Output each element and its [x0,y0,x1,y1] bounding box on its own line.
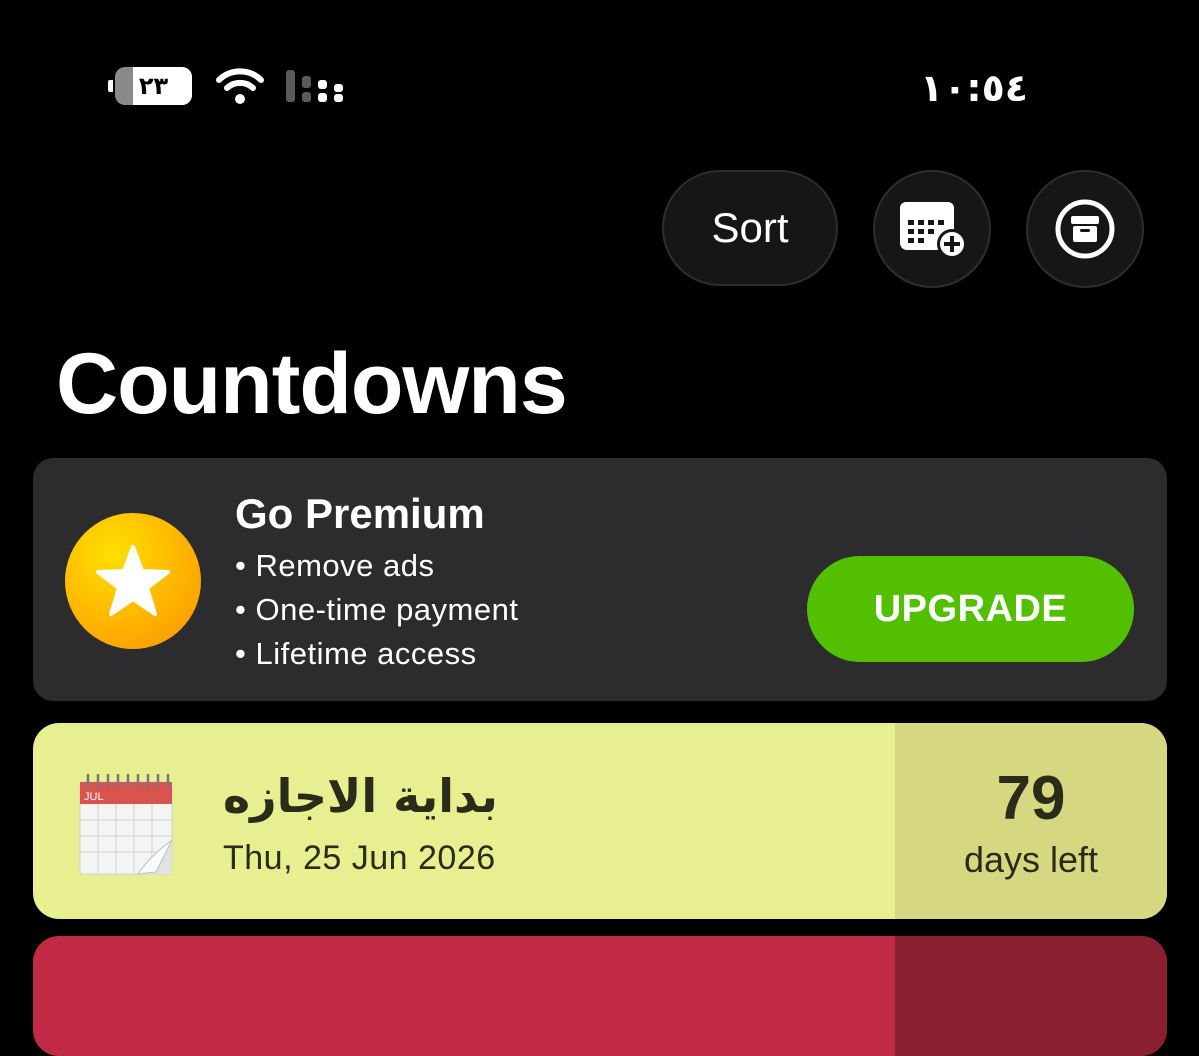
cellular-signal-icon [286,70,343,102]
days-left-panel: 79 days left [895,723,1167,919]
premium-benefits: Remove ads One-time payment Lifetime acc… [235,544,518,676]
sort-button[interactable]: Sort [662,170,838,286]
upgrade-button[interactable]: UPGRADE [807,556,1134,662]
premium-card: Go Premium Remove ads One-time payment L… [33,458,1167,701]
benefit-item: Remove ads [235,544,518,588]
add-countdown-button[interactable] [873,170,991,288]
benefit-item: Lifetime access [235,632,518,676]
status-time: ١٠:٥٤ [920,66,1028,110]
archive-icon [1055,199,1115,259]
benefit-item: One-time payment [235,588,518,632]
battery-icon: ٢٣ [108,66,194,106]
days-left-panel [895,936,1167,1056]
countdown-card[interactable] [33,936,1167,1056]
page-title: Countdowns [56,336,568,432]
star-icon [65,513,201,649]
wifi-icon [216,68,264,104]
status-bar-icons: ٢٣ [108,66,348,106]
calendar-month: JUL [84,791,104,803]
countdown-card[interactable]: JUL بداية الاجازه Thu, 25 Jun 2026 79 da… [33,723,1167,919]
battery-level: ٢٣ [138,72,169,100]
days-left-number: 79 [996,764,1066,833]
countdown-date: Thu, 25 Jun 2026 [223,839,496,877]
countdown-title: بداية الاجازه [223,769,498,823]
calendar-add-icon [900,202,967,259]
calendar-icon: JUL [79,774,173,875]
days-left-label: days left [963,839,1099,880]
premium-title: Go Premium [235,490,485,537]
archive-button[interactable] [1026,170,1144,288]
